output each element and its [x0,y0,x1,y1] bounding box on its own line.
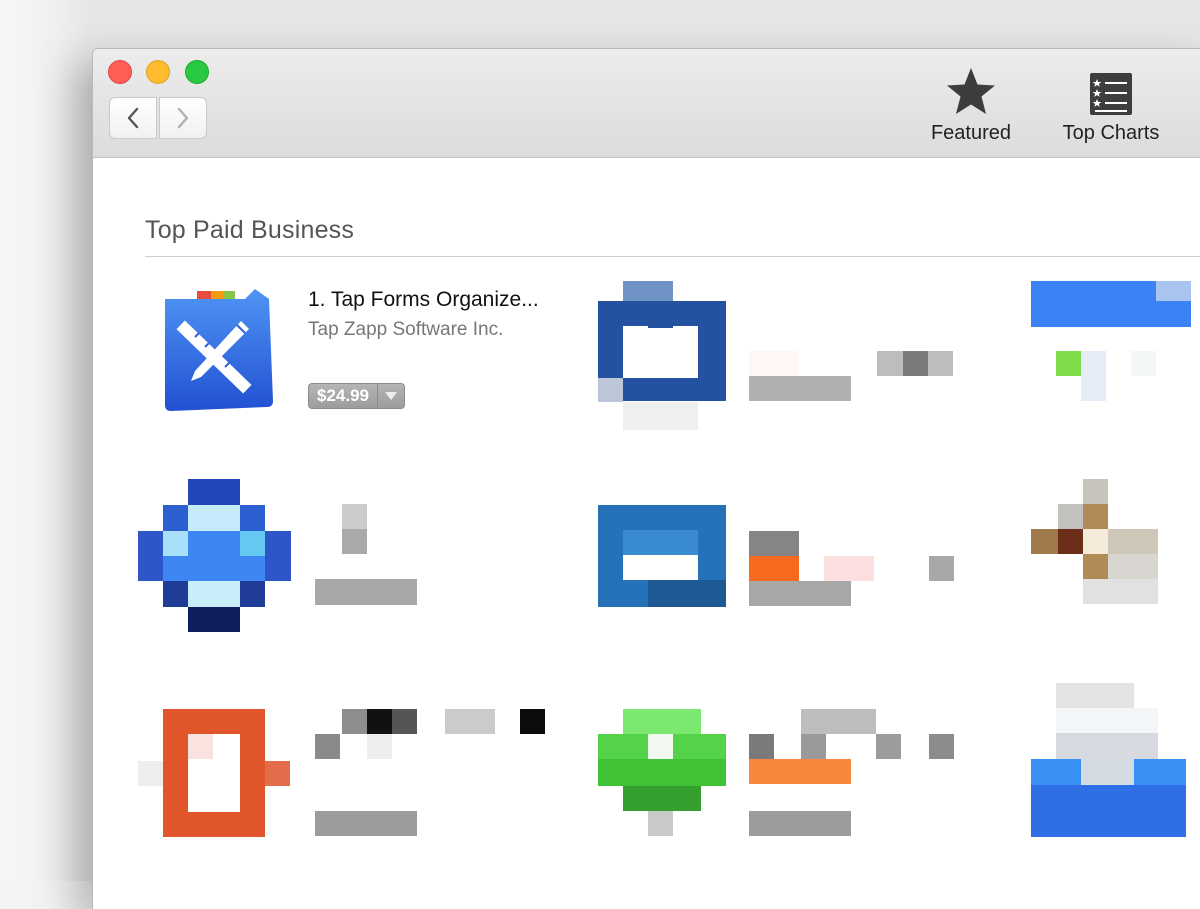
app-text-redacted[interactable] [315,504,445,609]
section-title: Top Paid Business [145,216,355,244]
tap-forms-icon[interactable] [157,285,277,415]
app-icon-redacted[interactable] [1031,683,1191,839]
app-icon-redacted[interactable] [598,709,728,839]
app-title[interactable]: 1. Tap Forms Organize... [308,288,539,312]
app-icon-redacted[interactable] [138,479,293,634]
list-icon [1090,73,1132,115]
app-text-redacted[interactable] [749,709,959,839]
maximize-button[interactable] [185,60,209,84]
tab-featured[interactable]: Featured [921,65,1021,145]
app-icon-redacted[interactable] [138,709,293,839]
star-icon [947,68,995,114]
chevron-right-icon [177,107,189,129]
app-text-redacted[interactable] [315,709,575,839]
app-icon-redacted[interactable] [1031,479,1161,609]
price-button[interactable]: $24.99 [308,383,405,409]
app-icon-redacted[interactable] [1031,281,1191,431]
toolbar: Featured Top Charts [93,49,1200,158]
tab-featured-label: Featured [930,122,1012,144]
tab-top-charts-label: Top Charts [1062,122,1160,144]
minimize-button[interactable] [146,60,170,84]
app-store-window: Featured Top Charts Top Paid Business 1.… [92,48,1200,909]
dropdown-arrow-icon[interactable] [377,384,404,408]
tab-top-charts[interactable]: Top Charts [1053,65,1169,145]
app-icon-redacted[interactable] [598,505,726,607]
price-label: $24.99 [317,386,369,405]
back-button[interactable] [109,97,157,139]
app-text-redacted[interactable] [749,349,959,409]
section-divider [145,256,1200,257]
app-developer[interactable]: Tap Zapp Software Inc. [308,319,503,341]
forward-button[interactable] [159,97,207,139]
app-icon-redacted[interactable] [598,281,726,431]
chevron-left-icon [127,107,139,129]
app-text-redacted[interactable] [749,531,959,611]
close-button[interactable] [108,60,132,84]
